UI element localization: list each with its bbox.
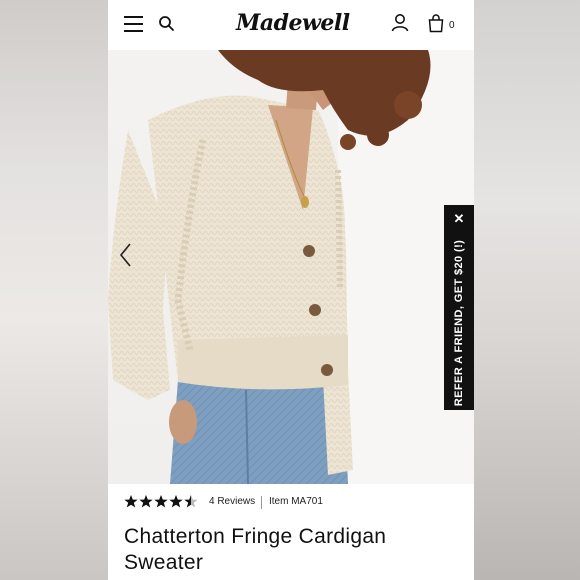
product-title: Chatterton Fringe Cardigan Sweater <box>124 525 387 574</box>
background-blur-left <box>0 0 108 580</box>
product-photo-illustration <box>108 50 474 484</box>
product-image[interactable]: ✕ REFER A FRIEND, GET $20 (!) <box>108 50 474 484</box>
divider <box>261 496 262 509</box>
chevron-left-icon[interactable] <box>116 240 136 270</box>
menu-icon[interactable] <box>124 16 143 32</box>
product-page: Madewell 0 ✕ REFER A FRIEND, GET $20 (!)… <box>108 0 474 580</box>
item-number: Item MA701 <box>269 496 323 507</box>
search-icon[interactable] <box>158 15 176 33</box>
product-info: 4 Reviews Item MA701 Chatterton Fringe C… <box>108 484 474 580</box>
account-icon[interactable] <box>391 13 409 33</box>
site-header: Madewell 0 <box>108 0 474 50</box>
refer-friend-tab[interactable]: ✕ REFER A FRIEND, GET $20 (!) <box>444 205 474 410</box>
close-icon[interactable]: ✕ <box>444 211 474 227</box>
reviews-link[interactable]: 4 Reviews <box>209 496 255 507</box>
bag-count-badge: 0 <box>449 20 455 31</box>
background-blur-right <box>474 0 580 580</box>
refer-friend-label: REFER A FRIEND, GET $20 (!) <box>453 239 465 407</box>
shopping-bag-icon[interactable] <box>428 13 444 33</box>
brand-logo[interactable]: Madewell <box>236 10 350 40</box>
rating-stars[interactable] <box>124 494 200 510</box>
